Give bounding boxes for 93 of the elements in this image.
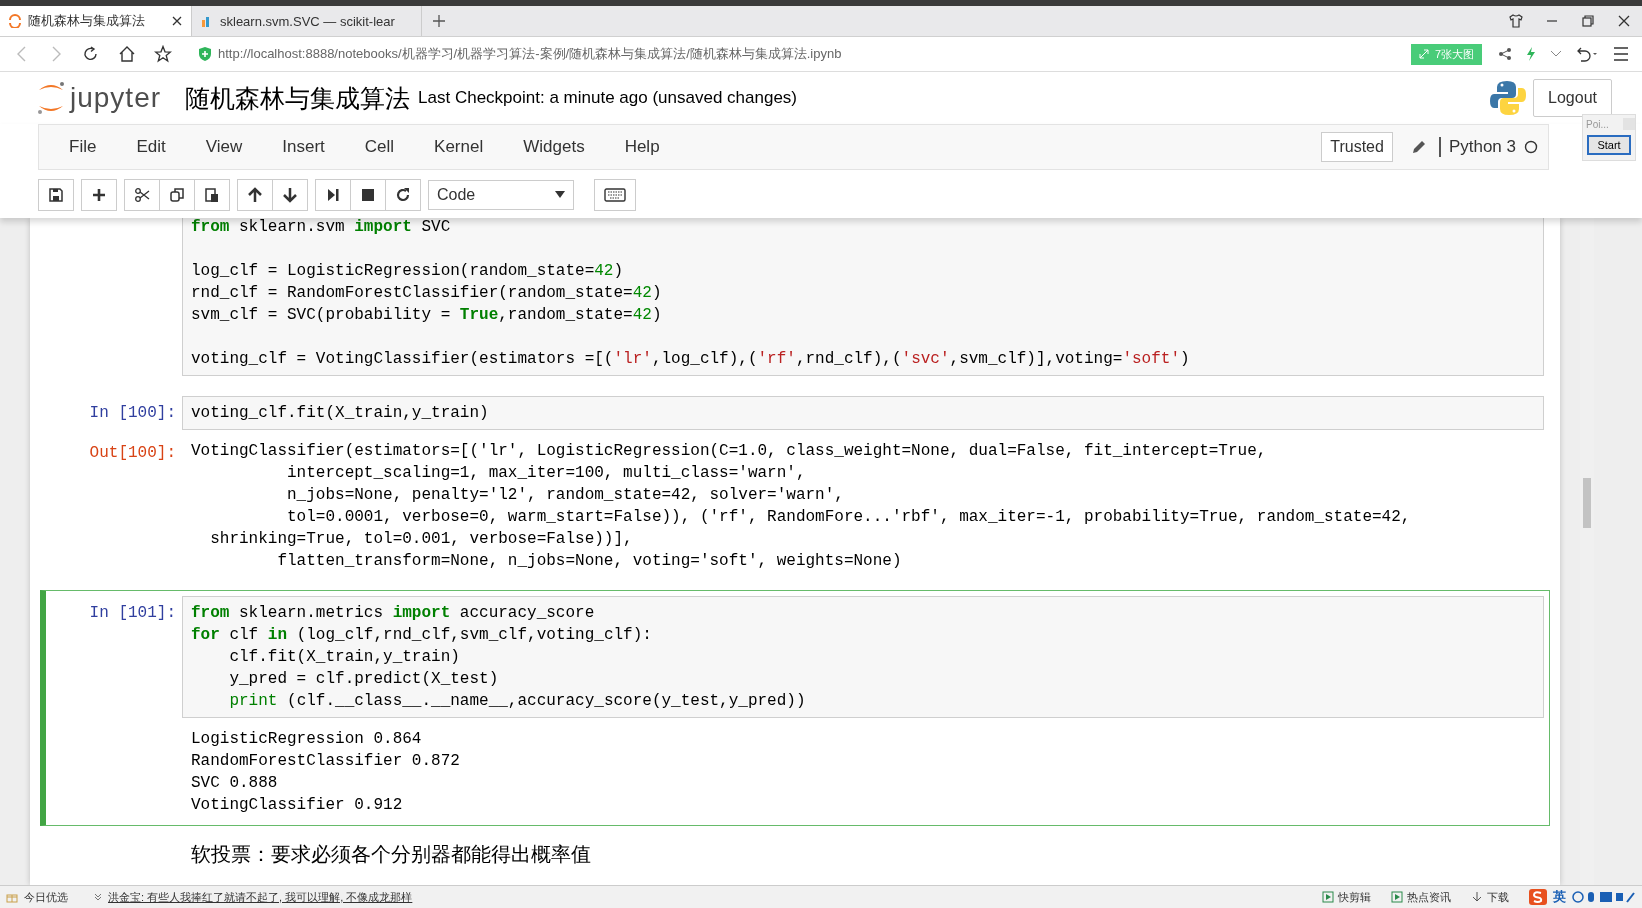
undo-icon[interactable] [1576, 46, 1598, 62]
close-icon[interactable] [1616, 13, 1632, 29]
notebook-title[interactable]: 随机森林与集成算法 [185, 81, 411, 115]
lightning-icon[interactable] [1526, 47, 1536, 61]
scissors-icon [134, 187, 150, 203]
play-icon [1322, 891, 1334, 903]
plus-icon [91, 187, 107, 203]
chevron-icon [94, 893, 102, 901]
code-cell[interactable] [40, 590, 1550, 826]
markdown-heading: 软投票：要求必须各个分别器都能得出概率值 [190, 842, 591, 867]
output-line: VotingClassifier(estimators=[('lr', LogisticRegression(C=1.0, class_weight=None, dual=False, fit_intercept=True, [191, 441, 1268, 462]
output-line: shrinking=True, tol=0.001, verbose=False))], [209, 529, 634, 550]
input-prompt: In [101]: [88, 603, 177, 624]
code-input[interactable]: from sklearn.metrics import accuracy_score for clf in (log_clf,rnd_clf,svm_clf,voting_clf): clf.fit(X_train,y_train) y_pred = clf.predict(X_test) print (clf.__class__.__name__,accuracy_score(y_test,y_pred)) [182, 596, 1544, 718]
arrow-up-icon [247, 187, 263, 203]
keyboard-shortcuts-button[interactable] [594, 179, 636, 211]
expand-icon [1418, 49, 1429, 59]
input-mode[interactable]: 英 [1553, 888, 1566, 906]
shield-icon [198, 46, 212, 62]
copy-icon [169, 187, 185, 203]
restore-icon[interactable] [1580, 13, 1596, 29]
paste-icon [204, 187, 220, 203]
kernel-name[interactable]: Python 3 [1438, 137, 1516, 157]
cut-button[interactable] [124, 179, 160, 211]
trusted-button[interactable]: Trusted [1321, 132, 1393, 162]
insert-cell-button[interactable] [81, 179, 117, 211]
browser-tab[interactable]: 随机森林与集成算法 [0, 6, 192, 36]
output-line: flatten_transform=None, n_jobs=None, voting='soft', weights=None) [276, 551, 903, 572]
status-item[interactable]: 快剪辑 [1322, 889, 1371, 905]
stop-icon [360, 187, 376, 203]
loading-arc-icon [8, 14, 22, 28]
news-icon [1391, 891, 1403, 903]
output-line: VotingClassifier 0.912 [191, 795, 404, 816]
output-prompt: Out[100]: [88, 443, 177, 464]
logout-button[interactable]: Logout [1533, 79, 1612, 117]
arrow-down-icon [282, 187, 298, 203]
status-item[interactable]: 下载 [1471, 889, 1509, 905]
home-icon[interactable] [118, 45, 136, 63]
output-line: SVC 0.888 [191, 773, 279, 794]
cell-type-dropdown[interactable]: Code [428, 180, 574, 210]
menu-item[interactable]: View [185, 137, 263, 157]
menu-item[interactable]: File [49, 137, 117, 157]
move-up-button[interactable] [237, 179, 273, 211]
new-tab-icon[interactable] [432, 14, 446, 28]
restart-icon [395, 187, 411, 203]
reload-icon[interactable] [82, 45, 100, 63]
output-line: intercept_scaling=1, max_iter=100, multi_class='warn', [286, 463, 807, 484]
restart-button[interactable] [385, 179, 421, 211]
menu-item[interactable]: Edit [116, 137, 186, 157]
jupyter-logo-icon [36, 81, 66, 115]
menu-item[interactable]: Help [604, 137, 680, 157]
jupyter-wordmark[interactable]: jupyter [70, 82, 162, 114]
output-line: n_jobs=None, penalty='l2', random_state=42, solver='warn', [286, 485, 845, 506]
output-line: LogisticRegression 0.864 [191, 729, 423, 750]
star-icon[interactable] [154, 45, 172, 63]
status-item[interactable]: 热点资讯 [1391, 889, 1451, 905]
checkpoint-status: Last Checkpoint: a minute ago (unsaved changes) [418, 88, 797, 108]
save-button[interactable] [38, 179, 74, 211]
move-down-button[interactable] [272, 179, 308, 211]
kernel-status-icon [1524, 140, 1538, 154]
menu-icon[interactable] [1612, 46, 1630, 62]
save-icon [48, 187, 64, 203]
menu-item[interactable]: Insert [262, 137, 345, 157]
stop-button[interactable] [350, 179, 386, 211]
input-prompt: In [100]: [88, 403, 177, 424]
news-link[interactable]: 洪金宝: 有些人我捧红了就请不起了, 我可以理解, 不像成龙那样 [108, 889, 413, 905]
close-icon[interactable] [171, 15, 183, 27]
popup-title: Poi... [1585, 118, 1609, 130]
status-text[interactable]: 今日优选 [24, 889, 68, 905]
step-forward-icon [325, 187, 341, 203]
start-button[interactable]: Start [1587, 135, 1631, 155]
pencil-icon[interactable] [1410, 139, 1427, 155]
gift-icon [6, 891, 18, 903]
paste-button[interactable] [194, 179, 230, 211]
dropdown-arrow-icon [555, 191, 565, 199]
code-input[interactable]: voting_clf.fit(X_train,y_train) [182, 396, 1544, 430]
menu-item[interactable]: Widgets [503, 137, 605, 157]
chevron-down-icon[interactable] [1550, 50, 1562, 58]
menu-item[interactable]: Cell [344, 137, 415, 157]
keyboard-icon [604, 188, 626, 202]
address-field[interactable]: http://localhost:8888/notebooks/机器学习/机器学习算法-案例/随机森林与集成算法/随机森林与集成算法.ipynb [218, 45, 842, 63]
shirt-icon[interactable] [1508, 13, 1524, 29]
menu-item[interactable]: Kernel [414, 137, 504, 157]
ime-logo-icon [1529, 889, 1547, 905]
output-line: RandomForestClassifier 0.872 [191, 751, 461, 772]
python-logo-icon [1489, 79, 1528, 117]
code-input[interactable]: from sklearn.svm import SVC log_clf = LogisticRegression(random_state=42) rnd_clf = RandomForestClassifier(random_state=42) svm_clf = SVC(probability = True,random_state=42) voting_clf = VotingClassifier(estimators =[('lr',log_clf),('rf',rnd_clf),('svc',svm_clf)],voting='soft') [182, 218, 1544, 376]
run-button[interactable] [315, 179, 351, 211]
download-icon [1471, 891, 1483, 903]
share-icon[interactable] [1498, 47, 1512, 61]
copy-button[interactable] [159, 179, 195, 211]
output-line: tol=0.0001, verbose=0, warm_start=False)), ('rf', RandomFore...'rbf', max_iter=-1, probability=True, random_state=42, [286, 507, 1412, 528]
tray-icons-drawing [1572, 890, 1636, 904]
